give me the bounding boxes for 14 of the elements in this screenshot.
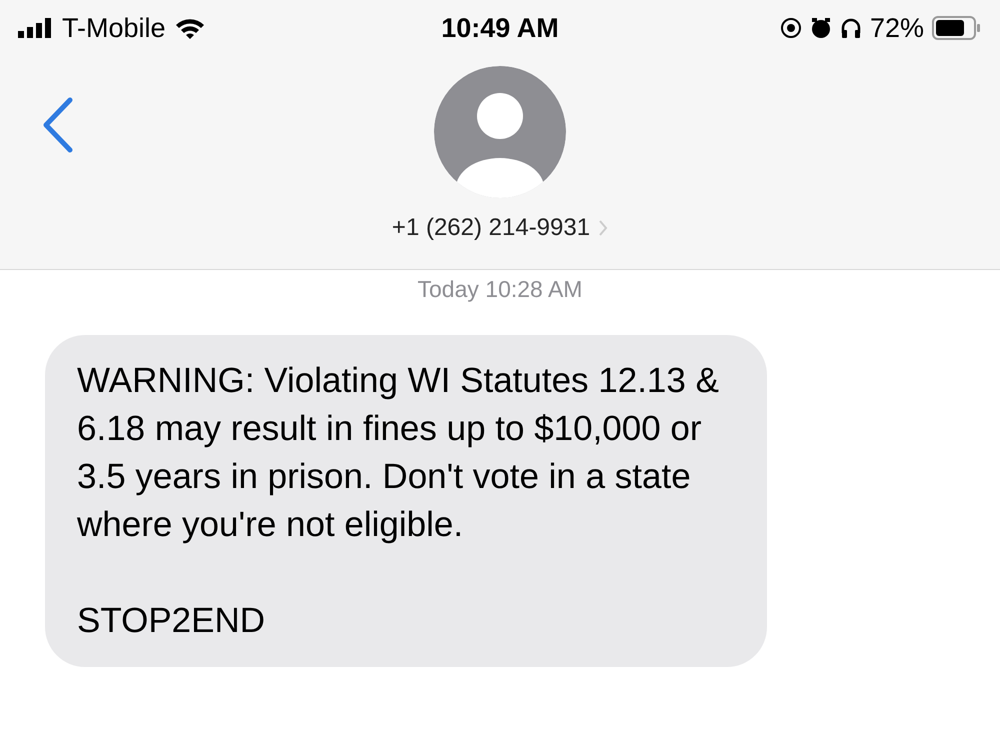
message-text: WARNING: Violating WI Statutes 12.13 & 6.18 may result in fines up to $10,000 or 3.5 years in prison. Don't vote in a state where you're not eligible.: [77, 360, 720, 546]
battery-percent: 72%: [870, 12, 924, 45]
message-timestamp: Today 10:28 AM: [418, 275, 582, 304]
carrier-name: T-Mobile: [62, 12, 166, 45]
chevron-right-icon: [598, 219, 608, 237]
headphones-icon: [840, 17, 862, 39]
clock-time: 10:49 AM: [441, 12, 559, 45]
battery-icon: [932, 16, 982, 40]
alarm-icon: [810, 17, 832, 39]
contact-name-button[interactable]: +1 (262) 214-9931: [392, 210, 608, 246]
message-text: STOP2END: [77, 600, 266, 642]
signal-icon: [18, 18, 54, 38]
contact-avatar-icon[interactable]: [434, 66, 566, 198]
rotation-lock-icon: [780, 17, 802, 39]
